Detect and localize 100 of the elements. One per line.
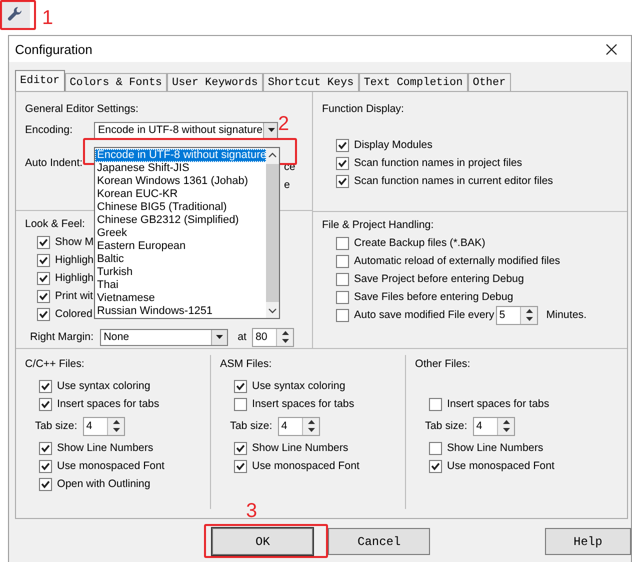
checkbox[interactable] bbox=[37, 290, 50, 302]
list-item[interactable]: Greek bbox=[95, 227, 266, 240]
checkbox-label: Insert spaces for tabs bbox=[57, 398, 160, 410]
checkbox[interactable] bbox=[234, 380, 247, 392]
list-item[interactable]: Encode in UTF-8 without signature bbox=[95, 149, 266, 162]
section-title: C/C++ Files: bbox=[25, 357, 84, 372]
step-number: 3 bbox=[246, 500, 258, 522]
section-title: Look & Feel: bbox=[25, 217, 86, 232]
checkbox[interactable] bbox=[336, 236, 349, 250]
checkbox[interactable] bbox=[37, 308, 50, 320]
checkbox-label: Auto save modified File every bbox=[354, 309, 494, 321]
highlight-frame bbox=[0, 0, 36, 30]
dialog-button[interactable]: Cancel bbox=[328, 528, 430, 555]
checkbox-label: Use syntax coloring bbox=[252, 380, 346, 392]
field-label: Right Margin: bbox=[30, 330, 94, 345]
checkbox[interactable] bbox=[37, 254, 50, 266]
field-label: Tab size: bbox=[35, 419, 78, 434]
list-item[interactable]: Vietnamese bbox=[95, 292, 266, 305]
section-title: Other Files: bbox=[415, 357, 470, 372]
checkbox[interactable] bbox=[336, 156, 349, 170]
checkbox[interactable] bbox=[39, 380, 52, 392]
checkbox-label: Use monospaced Font bbox=[57, 460, 165, 472]
checkbox-label: Show Line Numbers bbox=[447, 442, 544, 454]
dialog-button[interactable]: OK bbox=[212, 528, 314, 555]
checkbox-label: Create Backup files (*.BAK) bbox=[354, 237, 486, 249]
checkbox-label: Insert spaces for tabs bbox=[252, 398, 354, 410]
checkbox[interactable] bbox=[39, 398, 52, 410]
checkbox[interactable] bbox=[336, 254, 349, 268]
checkbox-label: Show Line Numbers bbox=[252, 442, 348, 454]
checkbox[interactable] bbox=[429, 460, 442, 472]
list-item[interactable]: Korean Windows 1361 (Johab) bbox=[95, 175, 266, 188]
dropdown-field[interactable]: None bbox=[100, 328, 228, 346]
checkbox-label: Insert spaces for tabs bbox=[447, 398, 550, 410]
dropdown-button[interactable] bbox=[210, 330, 227, 344]
checkbox[interactable] bbox=[336, 308, 349, 322]
tab[interactable]: Text Completion bbox=[358, 73, 468, 91]
checkbox-label: Use monospaced Font bbox=[252, 460, 360, 472]
tab[interactable]: Other bbox=[468, 73, 511, 91]
field-label: Tab size: bbox=[230, 419, 272, 434]
field-label: Auto Indent: bbox=[25, 156, 84, 171]
checkbox[interactable] bbox=[336, 272, 349, 286]
tab[interactable]: User Keywords bbox=[167, 73, 263, 91]
checkbox[interactable] bbox=[234, 398, 247, 410]
tab[interactable]: Editor bbox=[15, 70, 65, 91]
option-label: e bbox=[284, 178, 291, 193]
checkbox-label: Display Modules bbox=[354, 139, 432, 151]
checkbox-label: Print wit bbox=[55, 290, 94, 302]
dropdown-field[interactable]: Encode in UTF-8 without signature bbox=[94, 122, 278, 138]
checkbox[interactable] bbox=[39, 442, 52, 454]
caret-icon bbox=[268, 128, 275, 132]
list-item[interactable]: Chinese BIG5 (Traditional) bbox=[95, 201, 266, 214]
field-label: Tab size: bbox=[425, 419, 468, 434]
list-item[interactable]: Thai bbox=[95, 279, 266, 292]
checkbox-label: Save Project before entering Debug bbox=[354, 273, 524, 285]
checkbox[interactable] bbox=[429, 442, 442, 454]
checkbox-label: Scan function names in project files bbox=[354, 157, 522, 169]
field-label: Encoding: bbox=[25, 123, 74, 138]
section-title: Function Display: bbox=[322, 102, 404, 117]
list-item[interactable]: Turkish bbox=[95, 266, 266, 279]
tab[interactable]: Colors & Fonts bbox=[64, 73, 168, 91]
tab[interactable]: Shortcut Keys bbox=[262, 73, 359, 91]
dialog-button[interactable]: Help bbox=[544, 528, 632, 555]
scroll-thumb[interactable] bbox=[266, 164, 280, 302]
checkbox-label: Colored bbox=[55, 308, 92, 320]
checkbox[interactable] bbox=[336, 138, 349, 152]
checkbox-label: Highligh bbox=[55, 254, 94, 266]
checkbox[interactable] bbox=[37, 272, 50, 284]
section-title: General Editor Settings: bbox=[25, 102, 138, 117]
caret-icon bbox=[216, 335, 223, 339]
checkbox-label: Save Files before entering Debug bbox=[354, 291, 514, 303]
scrollbar[interactable] bbox=[266, 148, 280, 318]
checkbox-label: Show Line Numbers bbox=[57, 442, 154, 454]
checkbox[interactable] bbox=[234, 460, 247, 472]
step-number: 2 bbox=[278, 113, 290, 135]
list-item[interactable]: Chinese GB2312 (Simplified) bbox=[95, 214, 266, 227]
checkbox-label: Automatic reload of externally modified files bbox=[354, 255, 560, 267]
checkbox[interactable] bbox=[37, 236, 50, 248]
list-item[interactable]: Korean EUC-KR bbox=[95, 188, 266, 201]
checkbox-label: Scan function names in current editor files bbox=[354, 175, 554, 187]
checkbox[interactable] bbox=[336, 174, 349, 188]
section-title: File & Project Handling: bbox=[322, 218, 434, 233]
checkbox-label: Open with Outlining bbox=[57, 478, 150, 490]
checkbox[interactable] bbox=[336, 290, 349, 304]
wrench-icon bbox=[7, 6, 23, 22]
step-number: 1 bbox=[42, 7, 54, 29]
list-item[interactable]: Eastern European bbox=[95, 240, 266, 253]
checkbox-label: Show M bbox=[55, 236, 94, 248]
unit-label: Minutes. bbox=[546, 309, 587, 321]
checkbox[interactable] bbox=[39, 478, 52, 490]
list-item[interactable]: Russian Windows-1251 bbox=[95, 305, 266, 318]
checkbox[interactable] bbox=[39, 460, 52, 472]
checkbox-label: Highligh bbox=[55, 272, 94, 284]
checkbox[interactable] bbox=[234, 442, 247, 454]
checkbox-label: Use monospaced Font bbox=[447, 460, 555, 472]
field-label: at bbox=[238, 330, 246, 345]
dropdown-button[interactable] bbox=[262, 122, 277, 138]
list-item[interactable]: Baltic bbox=[95, 253, 266, 266]
checkbox[interactable] bbox=[429, 398, 442, 410]
list-item[interactable]: Japanese Shift-JIS bbox=[95, 162, 266, 175]
checkbox-label: Use syntax coloring bbox=[57, 380, 150, 392]
